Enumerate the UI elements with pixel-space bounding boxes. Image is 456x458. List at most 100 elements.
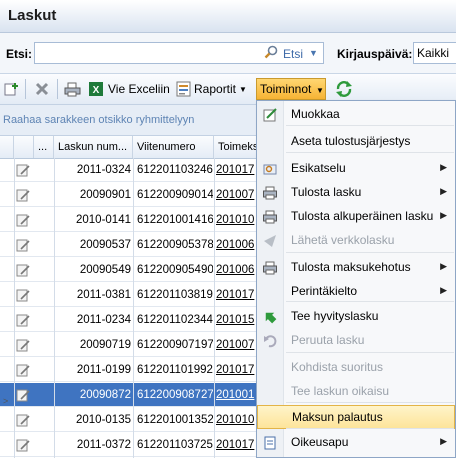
report-icon[interactable] <box>176 81 191 97</box>
menu-separator <box>286 125 454 126</box>
document-edit-icon[interactable] <box>16 413 30 427</box>
invoice-number: 2011-0372 <box>76 439 131 451</box>
reference-number: 612200905378 <box>137 239 213 251</box>
print-icon <box>263 186 277 200</box>
menu-item-label: Muokkaa <box>291 107 340 121</box>
title-bar <box>0 0 456 33</box>
legal-icon <box>264 436 276 450</box>
reference-number: 612200907197 <box>137 339 213 351</box>
search-input[interactable] <box>34 42 324 64</box>
chevron-right-icon: ▶ <box>440 210 447 220</box>
menu-separator <box>286 402 454 403</box>
menu-item[interactable]: Esikatselu ▶ <box>257 157 455 181</box>
toimeksianto-link[interactable]: 201006 <box>216 233 256 257</box>
toimeksianto-link[interactable]: 201007 <box>216 333 256 357</box>
document-edit-icon[interactable] <box>16 438 30 452</box>
chevron-right-icon: ▶ <box>440 162 447 172</box>
toimeksianto-link[interactable]: 201017 <box>216 433 256 457</box>
print-icon <box>263 261 277 275</box>
toimeksianto-link[interactable]: 201010 <box>216 208 256 232</box>
reports-button[interactable]: Raportit <box>194 82 236 96</box>
document-edit-icon[interactable] <box>16 188 30 202</box>
menu-item-label: Peruuta lasku <box>291 333 365 347</box>
column-header-menu[interactable]: ... <box>34 136 54 158</box>
menu-item-label: Tulosta maksukehotus <box>291 260 411 274</box>
menu-item[interactable]: Tee laskun oikaisu <box>257 380 455 404</box>
menu-item-label: Perintäkielto <box>291 284 358 298</box>
menu-item[interactable]: Tee hyvityslasku <box>257 305 455 329</box>
document-edit-icon[interactable] <box>16 238 30 252</box>
menu-item[interactable]: Peruuta lasku <box>257 329 455 353</box>
toimeksianto-link[interactable]: 201017 <box>216 158 256 182</box>
invoice-number: 2010-0141 <box>76 214 131 226</box>
toimeksianto-link[interactable]: 201017 <box>216 358 256 382</box>
menu-item-label: Oikeusapu <box>291 435 349 449</box>
menu-item[interactable]: Tulosta lasku ▶ <box>257 181 455 205</box>
search-label: Etsi: <box>6 47 33 61</box>
chevron-down-icon: ▼ <box>316 86 324 95</box>
toimeksianto-link[interactable]: 201007 <box>216 183 256 207</box>
menu-item[interactable]: Tulosta maksukehotus ▶ <box>257 256 455 280</box>
toimeksianto-link[interactable]: 201010 <box>216 408 256 432</box>
invoice-number: 2011-0234 <box>76 314 131 326</box>
menu-item-label: Kohdista suoritus <box>291 360 384 374</box>
toimeksianto-link[interactable]: 201017 <box>216 283 256 307</box>
toimeksianto-link[interactable]: 201015 <box>216 308 256 332</box>
grid-line <box>133 158 134 458</box>
menu-item[interactable]: Muokkaa <box>257 103 455 127</box>
menu-separator <box>286 301 454 302</box>
edit-icon <box>263 108 277 122</box>
chevron-down-icon[interactable]: ▼ <box>239 85 247 94</box>
menu-item[interactable]: Oikeusapu ▶ <box>257 431 455 455</box>
grid-line <box>14 158 15 458</box>
reference-number: 612201101992 <box>137 364 213 376</box>
toimeksianto-link[interactable]: 201006 <box>216 258 256 282</box>
column-header-icon[interactable] <box>14 136 34 158</box>
column-header-reference[interactable]: Viitenumero <box>133 136 214 158</box>
menu-item[interactable]: Lähetä verkkolasku <box>257 229 455 253</box>
menu-item[interactable]: Tulosta alkuperäinen lasku ▶ <box>257 205 455 229</box>
print-icon <box>263 210 277 224</box>
send-icon <box>264 235 276 247</box>
reference-number: 612201001352 <box>137 414 213 426</box>
invoice-number: 2011-0381 <box>76 289 131 301</box>
invoice-number: 20090872 <box>79 389 131 401</box>
chevron-down-icon[interactable]: ▼ <box>309 48 318 58</box>
column-header-select[interactable] <box>0 136 14 158</box>
menu-separator <box>286 252 454 253</box>
document-edit-icon[interactable] <box>16 163 30 177</box>
export-excel-button[interactable]: Vie Exceliin <box>108 82 170 96</box>
search-button[interactable]: Etsi <box>283 47 303 61</box>
toimeksianto-link[interactable]: 201001 <box>216 383 256 407</box>
document-edit-icon[interactable] <box>16 338 30 352</box>
menu-separator <box>286 152 454 153</box>
menu-item-label: Tee hyvityslasku <box>291 309 379 323</box>
document-edit-icon[interactable] <box>16 263 30 277</box>
menu-item[interactable]: Maksun palautus <box>257 405 455 429</box>
excel-icon[interactable]: X <box>88 81 104 97</box>
document-edit-icon[interactable] <box>16 288 30 302</box>
document-edit-icon[interactable] <box>16 388 30 402</box>
chevron-right-icon: ▶ <box>440 186 447 196</box>
menu-item[interactable]: Kohdista suoritus <box>257 356 455 380</box>
menu-separator <box>286 428 454 429</box>
document-edit-icon[interactable] <box>16 363 30 377</box>
reference-number: 612201103819 <box>137 289 213 301</box>
menu-item-label: Tee laskun oikaisu <box>291 384 390 398</box>
invoice-number: 20090719 <box>79 339 131 351</box>
menu-separator <box>286 352 454 353</box>
document-edit-icon[interactable] <box>16 213 30 227</box>
column-header-invoice-number[interactable]: Laskun num... <box>54 136 133 158</box>
print-icon[interactable] <box>64 81 81 97</box>
menu-item-label: Tulosta lasku <box>291 185 362 199</box>
search-icon[interactable] <box>264 45 278 59</box>
new-icon[interactable] <box>3 81 19 97</box>
reference-number: 612201102344 <box>137 314 213 326</box>
reference-number: 612201103725 <box>137 439 213 451</box>
document-edit-icon[interactable] <box>16 313 30 327</box>
refresh-icon[interactable] <box>335 80 353 98</box>
reference-number: 612201103246 <box>137 164 213 176</box>
delete-icon[interactable] <box>34 81 50 97</box>
menu-item[interactable]: Aseta tulostusjärjestys <box>257 130 455 154</box>
reference-number: 612200905490 <box>137 264 213 276</box>
